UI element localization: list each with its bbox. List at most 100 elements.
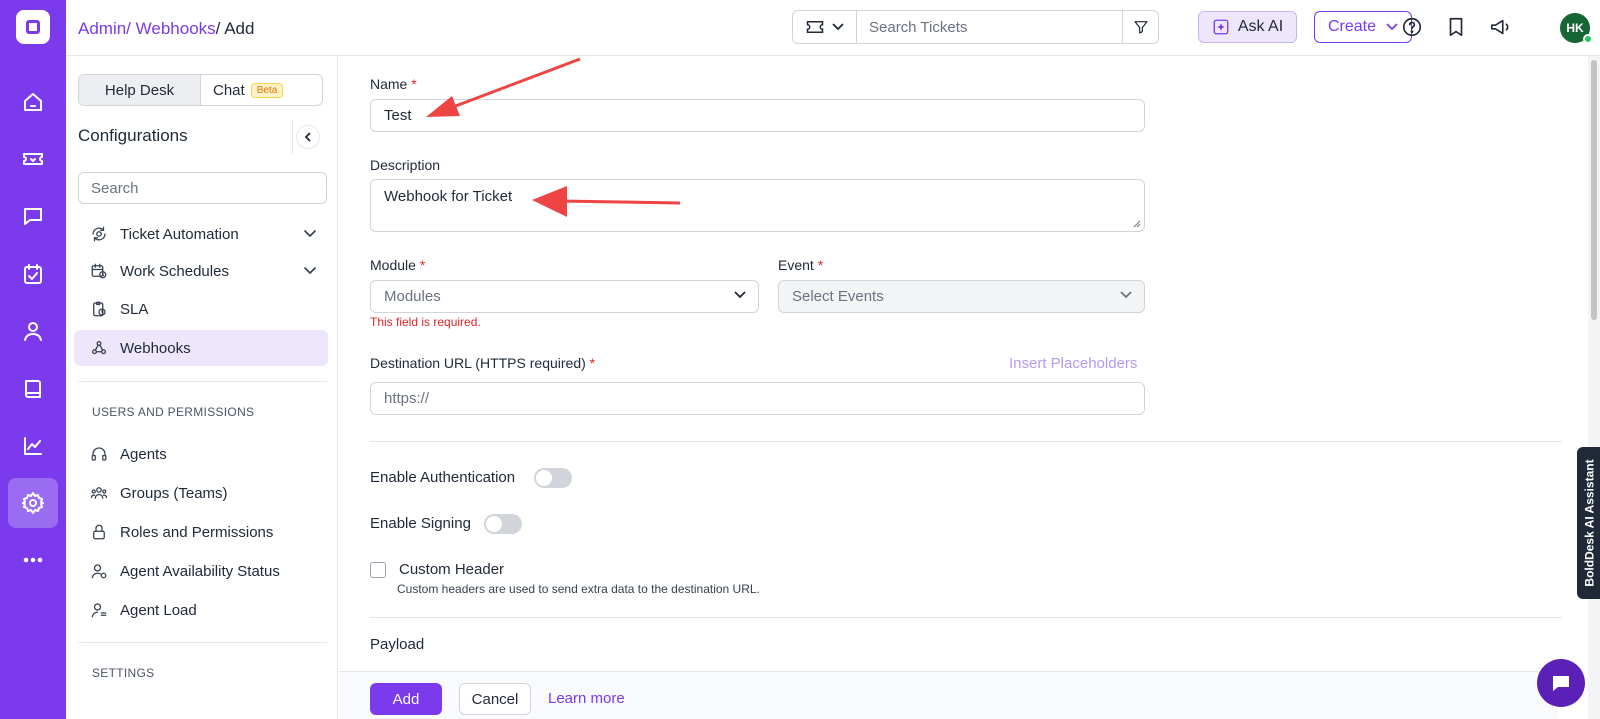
sidebar-item-webhooks[interactable]: Webhooks xyxy=(74,330,328,366)
app-rail xyxy=(0,0,66,719)
avatar-initials: HK xyxy=(1566,21,1584,35)
module-select[interactable]: Modules xyxy=(370,280,759,313)
sidebar-item-agents[interactable]: Agents xyxy=(74,436,328,472)
divider xyxy=(370,441,1562,442)
enable-authentication-label: Enable Authentication xyxy=(370,469,516,486)
online-status-dot xyxy=(1583,34,1593,44)
chevron-down-icon xyxy=(734,291,746,299)
collapse-sidebar-button[interactable] xyxy=(296,125,320,149)
tickets-icon[interactable] xyxy=(8,134,58,184)
divider xyxy=(78,381,327,382)
webhook-form: Name * Test Description Webhook for Tick… xyxy=(339,56,1562,719)
description-field[interactable]: Webhook for Ticket xyxy=(370,179,1145,232)
breadcrumb-separator: / xyxy=(215,19,221,38)
learn-more-link[interactable]: Learn more xyxy=(548,690,625,707)
team-icon xyxy=(90,487,108,499)
resize-handle-icon[interactable] xyxy=(1133,220,1141,228)
user-load-icon xyxy=(91,603,107,618)
name-field[interactable]: Test xyxy=(370,99,1145,132)
sidebar-item-roles[interactable]: Roles and Permissions xyxy=(74,514,328,550)
help-icon[interactable] xyxy=(1401,16,1423,38)
clipboard-clock-icon xyxy=(93,301,106,317)
breadcrumb-webhooks[interactable]: Webhooks xyxy=(136,19,216,38)
more-icon[interactable] xyxy=(8,535,58,585)
tab-chat-label: Chat xyxy=(213,81,245,99)
cancel-button[interactable]: Cancel xyxy=(459,683,531,715)
description-label: Description xyxy=(370,157,441,173)
settings-group-title: SETTINGS xyxy=(92,666,155,680)
sidebar-item-work-schedules[interactable]: Work Schedules xyxy=(74,253,328,289)
ai-assistant-label: BoldDesk AI Assistant xyxy=(1583,459,1597,587)
chevron-down-icon xyxy=(1386,23,1398,31)
app-logo[interactable] xyxy=(16,10,50,44)
automation-icon xyxy=(92,226,106,242)
divider xyxy=(78,642,327,643)
calendar-clock-icon xyxy=(91,263,107,279)
event-placeholder: Select Events xyxy=(792,288,884,305)
tab-chat[interactable]: Chat Beta xyxy=(201,75,322,105)
sidebar-item-label: Work Schedules xyxy=(120,262,229,280)
sidebar-item-label: Webhooks xyxy=(120,339,191,357)
avatar[interactable]: HK xyxy=(1560,13,1593,44)
announcement-icon[interactable] xyxy=(1489,16,1511,38)
bookmark-icon[interactable] xyxy=(1445,16,1467,38)
sidebar-item-sla[interactable]: SLA xyxy=(74,291,328,327)
chevron-left-icon xyxy=(304,132,311,142)
create-button[interactable]: Create xyxy=(1314,11,1412,43)
divider xyxy=(292,120,293,154)
webhook-icon xyxy=(91,340,107,355)
search-input[interactable]: Search Tickets xyxy=(857,19,1122,36)
chevron-down-icon xyxy=(831,23,844,31)
tab-help-desk[interactable]: Help Desk xyxy=(79,75,201,105)
sidebar-item-availability[interactable]: Agent Availability Status xyxy=(74,553,328,589)
sidebar-item-label: Agents xyxy=(120,445,167,463)
scrollbar-thumb[interactable] xyxy=(1591,60,1597,320)
ticket-icon xyxy=(806,21,823,33)
scrollbar[interactable] xyxy=(1588,56,1600,719)
ai-assistant-tab[interactable]: BoldDesk AI Assistant xyxy=(1577,447,1600,599)
chat-launcher-button[interactable] xyxy=(1537,659,1585,707)
create-label: Create xyxy=(1327,18,1377,35)
event-label: Event * xyxy=(778,257,824,273)
insert-placeholders-link[interactable]: Insert Placeholders xyxy=(1009,355,1137,372)
name-label: Name * xyxy=(370,76,417,92)
ask-ai-label: Ask AI xyxy=(1237,18,1284,35)
event-select[interactable]: Select Events xyxy=(778,280,1145,313)
sidebar-search-input[interactable]: Search xyxy=(78,172,327,204)
configurations-sidebar: Help Desk Chat Beta Configurations Searc… xyxy=(66,56,338,719)
add-button[interactable]: Add xyxy=(370,683,442,715)
sidebar-item-ticket-automation[interactable]: Ticket Automation xyxy=(74,216,328,252)
filter-icon[interactable] xyxy=(1122,11,1158,43)
contacts-icon[interactable] xyxy=(8,306,58,356)
enable-authentication-toggle[interactable] xyxy=(534,468,572,488)
chevron-down-icon xyxy=(1120,291,1132,299)
sidebar-item-label: SLA xyxy=(120,300,149,318)
users-permissions-group-title: USERS AND PERMISSIONS xyxy=(92,405,255,419)
reports-icon[interactable] xyxy=(8,421,58,471)
ticket-search: Search Tickets xyxy=(792,10,1159,44)
sidebar-item-label: Roles and Permissions xyxy=(120,523,274,541)
tasks-icon[interactable] xyxy=(8,249,58,299)
knowledge-base-icon[interactable] xyxy=(8,364,58,414)
settings-gear-icon[interactable] xyxy=(8,478,58,528)
sidebar-item-groups[interactable]: Groups (Teams) xyxy=(74,475,328,511)
breadcrumb-admin[interactable]: Admin/ xyxy=(78,19,131,38)
ai-sparkle-icon xyxy=(1213,19,1229,35)
form-footer: Add Cancel Learn more xyxy=(339,671,1559,719)
destination-url-field[interactable]: https:// xyxy=(370,382,1145,415)
home-icon[interactable] xyxy=(8,77,58,127)
chat-bubble-icon xyxy=(1553,676,1569,691)
custom-header-checkbox[interactable] xyxy=(370,562,386,578)
search-scope-dropdown[interactable] xyxy=(793,11,857,43)
chevron-down-icon xyxy=(304,267,316,274)
sidebar-item-agent-load[interactable]: Agent Load xyxy=(74,592,328,628)
sidebar-item-label: Groups (Teams) xyxy=(120,484,228,502)
lock-icon xyxy=(93,524,105,540)
enable-signing-toggle[interactable] xyxy=(484,514,522,534)
sidebar-item-label: Agent Load xyxy=(120,601,197,619)
sidebar-heading: Configurations xyxy=(78,126,188,145)
headset-icon xyxy=(91,447,107,461)
ask-ai-button[interactable]: Ask AI xyxy=(1198,11,1297,43)
top-bar: Admin/ Webhooks/ Add Search Tickets Ask … xyxy=(66,0,1600,56)
chat-icon[interactable] xyxy=(8,191,58,241)
